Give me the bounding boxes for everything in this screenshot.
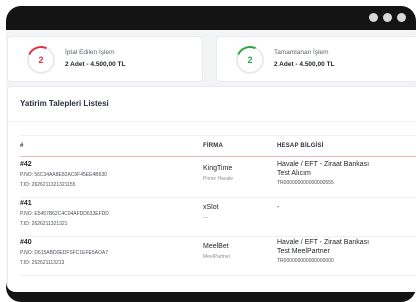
divider [8, 121, 416, 122]
table-row[interactable]: #40 P.NO: D615ABD0EDFSFC1EFE5AOA7 T.ID: … [20, 237, 416, 276]
column-header-firma[interactable]: FİRMA [203, 143, 223, 149]
firm-subtitle: — [203, 215, 208, 221]
control-dot-icon [397, 13, 406, 22]
divider [20, 135, 416, 136]
payment-number: P.NO: D615ABD0EDFSFC1EFE5AOA7 [20, 250, 108, 256]
firm-name: MeelBet [203, 243, 229, 250]
column-header-id[interactable]: # [20, 143, 24, 149]
firm-subtitle: Prime Havale [203, 176, 234, 182]
control-dot-icon [383, 13, 392, 22]
account-method: - [277, 204, 280, 211]
progress-ring: 2 [236, 46, 264, 74]
investment-requests-panel: Yatirim Talepleri Listesi # FİRMA HESAP … [7, 86, 416, 292]
control-dot-icon [369, 13, 378, 22]
app-screen: 2 İptal Edilen İşlem 2 Adet - 4.500,00 T… [6, 30, 416, 292]
payment-number: P.NO: 56C34AA8E82AC6F45EE4B630 [20, 172, 107, 178]
panel-title: Yatirim Talepleri Listesi [20, 99, 109, 108]
request-id[interactable]: #40 [20, 239, 32, 246]
account-method: Havale / EFT - Ziraat Bankası [277, 161, 370, 168]
transaction-id: T.ID: 2626211321321155 [20, 182, 76, 188]
stat-title: İptal Edilen İşlem [65, 49, 115, 56]
cancelled-transactions-card: 2 İptal Edilen İşlem 2 Adet - 4.500,00 T… [7, 36, 203, 82]
account-iban: TR000000000000000000 [277, 258, 334, 264]
request-id[interactable]: #41 [20, 200, 32, 207]
account-holder: Test Alıcım [277, 170, 311, 177]
column-header-hesap[interactable]: HESAP BİLGİSİ [277, 143, 324, 149]
firm-name: KingTime [203, 165, 233, 172]
window-controls [369, 13, 406, 22]
completed-transactions-card: 2 Tamamlanan İşlem 2 Adet - 4.500,00 TL [216, 36, 416, 82]
stat-title: Tamamlanan İşlem [274, 49, 329, 56]
table-row[interactable]: #41 P.NO: E5457B62C4C04AFDD633EFDD T.ID:… [20, 198, 416, 237]
transaction-id: T.ID: 262621113213 [20, 260, 65, 266]
account-holder: Test MeelPartner [277, 248, 330, 255]
payment-number: P.NO: E5457B62C4C04AFDD633EFDD [20, 211, 109, 217]
stat-summary: 2 Adet - 4.500,00 TL [274, 61, 335, 68]
stat-summary: 2 Adet - 4.500,00 TL [65, 61, 126, 68]
transaction-id: T.ID: 2626211321321 [20, 221, 68, 227]
table-row[interactable]: #42 P.NO: 56C34AA8E82AC6F45EE4B630 T.ID:… [20, 159, 416, 198]
firm-subtitle: MeelPartner [203, 254, 231, 260]
account-iban: TR000000000000000555 [277, 180, 334, 186]
header-underline [20, 156, 416, 157]
progress-ring: 2 [27, 46, 55, 74]
account-method: Havale / EFT - Ziraat Bankası [277, 239, 370, 246]
request-id[interactable]: #42 [20, 161, 32, 168]
firm-name: xSlot [203, 204, 219, 211]
